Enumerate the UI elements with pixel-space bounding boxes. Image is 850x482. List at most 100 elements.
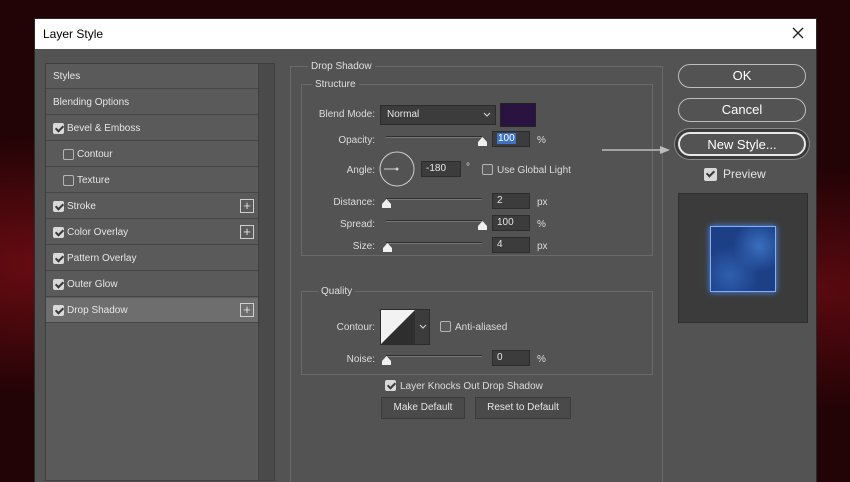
style-checkbox[interactable] [63,175,74,186]
opacity-label: Opacity: [338,135,375,146]
title-bar: Layer Style [35,19,816,49]
preview-thumbnail [678,193,808,323]
angle-value: -180 [426,163,447,174]
style-checkbox[interactable] [53,123,64,134]
drop-shadow-panel: Drop Shadow Structure Blend Mode: Normal… [290,61,663,482]
spread-slider[interactable] [386,220,482,222]
make-default-button[interactable]: Make Default [381,397,465,419]
preview-checkbox[interactable] [704,168,717,181]
style-list-item[interactable]: Bevel & Emboss [46,116,258,141]
style-item-label: Stroke [67,201,96,212]
chevron-down-icon [483,112,491,117]
opacity-value: 100 [497,133,516,144]
quality-title: Quality [318,286,356,297]
anti-aliased-checkbox[interactable] [440,321,451,332]
style-checkbox[interactable] [53,227,64,238]
style-item-label: Outer Glow [67,279,118,290]
add-effect-icon[interactable]: + [240,225,254,239]
style-list-item[interactable]: Contour [46,142,258,167]
use-global-light-checkbox[interactable] [482,164,493,175]
add-effect-icon[interactable]: + [240,303,254,317]
style-list-item[interactable]: Pattern Overlay [46,246,258,271]
distance-slider[interactable] [386,198,482,200]
angle-dial[interactable] [378,150,416,188]
chevron-down-icon [419,324,427,329]
size-slider[interactable] [386,242,482,244]
style-checkbox[interactable] [53,201,64,212]
size-label: Size: [352,241,375,252]
style-list-item[interactable]: Texture [46,168,258,193]
size-unit: px [537,241,548,252]
dialog-title: Layer Style [43,27,104,41]
preview-label: Preview [723,167,766,181]
noise-slider-thumb[interactable] [381,356,391,365]
style-item-label: Color Overlay [67,227,129,238]
opacity-slider-thumb[interactable] [477,137,487,146]
style-list-item[interactable]: Outer Glow [46,272,258,297]
spread-slider-thumb[interactable] [477,221,487,230]
structure-group: Structure Blend Mode: Normal Opacity: 10… [301,79,653,256]
style-list-item[interactable]: Drop Shadow + [46,298,258,323]
quality-group: Quality Contour: Anti-aliased Noise: 0 % [301,286,653,375]
style-item-label: Drop Shadow [67,305,128,316]
style-item-label: Texture [77,175,110,186]
style-item-label: Blending Options [53,97,130,108]
contour-linear-icon [381,310,415,344]
angle-input[interactable]: -180 [421,161,461,177]
opacity-slider[interactable] [386,136,482,138]
distance-input[interactable]: 2 [492,193,530,209]
spread-input[interactable]: 100 [492,215,530,231]
preview-swatch [710,226,776,292]
section-title: Drop Shadow [308,61,375,72]
style-list-item[interactable]: Blending Options [46,90,258,115]
style-checkbox[interactable] [53,253,64,264]
shadow-color-swatch[interactable] [500,103,536,127]
layer-knocks-out-label: Layer Knocks Out Drop Shadow [400,381,543,392]
new-style-button[interactable]: New Style... [678,132,806,156]
style-checkbox[interactable] [53,305,64,316]
noise-value: 0 [497,352,503,363]
cancel-button[interactable]: Cancel [678,98,806,122]
style-list-item[interactable]: Stroke + [46,194,258,219]
style-checkbox[interactable] [63,149,74,160]
blend-mode-select[interactable]: Normal [380,105,496,125]
spread-label: Spread: [339,219,375,230]
layer-knocks-out-checkbox[interactable] [385,380,396,391]
size-input[interactable]: 4 [492,237,530,253]
styles-list-scrollbar[interactable] [258,64,274,480]
style-item-label: Pattern Overlay [67,253,137,264]
size-value: 4 [497,239,503,250]
distance-slider-thumb[interactable] [381,199,391,208]
style-list-item[interactable]: Color Overlay + [46,220,258,245]
style-list-item[interactable]: Styles [46,64,258,89]
style-item-label: Styles [53,71,81,82]
angle-unit: ° [466,162,470,173]
ok-button[interactable]: OK [678,64,806,88]
noise-unit: % [537,354,546,365]
styles-list: Styles Blending Options Bevel & Emboss Cont… [45,63,275,481]
style-checkbox[interactable] [53,279,64,290]
opacity-input[interactable]: 100 [492,131,530,147]
angle-label: Angle: [346,165,375,176]
reset-to-default-button[interactable]: Reset to Default [475,397,571,419]
opacity-unit: % [537,135,546,146]
blend-mode-label: Blend Mode: [318,109,375,120]
add-effect-icon[interactable]: + [240,199,254,213]
arrow-icon [602,146,670,154]
noise-label: Noise: [346,354,375,365]
structure-title: Structure [312,79,359,90]
distance-label: Distance: [333,197,375,208]
noise-input[interactable]: 0 [492,350,530,366]
noise-slider[interactable] [386,355,482,357]
distance-unit: px [537,197,548,208]
anti-aliased-label: Anti-aliased [455,322,508,333]
spread-value: 100 [497,217,514,228]
blend-mode-value: Normal [387,109,420,120]
spread-unit: % [537,219,546,230]
style-item-label: Contour [77,149,113,160]
contour-label: Contour: [336,322,375,333]
style-item-label: Bevel & Emboss [67,123,141,134]
size-slider-thumb[interactable] [383,243,393,252]
contour-picker[interactable] [380,309,430,345]
close-icon[interactable] [788,23,808,43]
